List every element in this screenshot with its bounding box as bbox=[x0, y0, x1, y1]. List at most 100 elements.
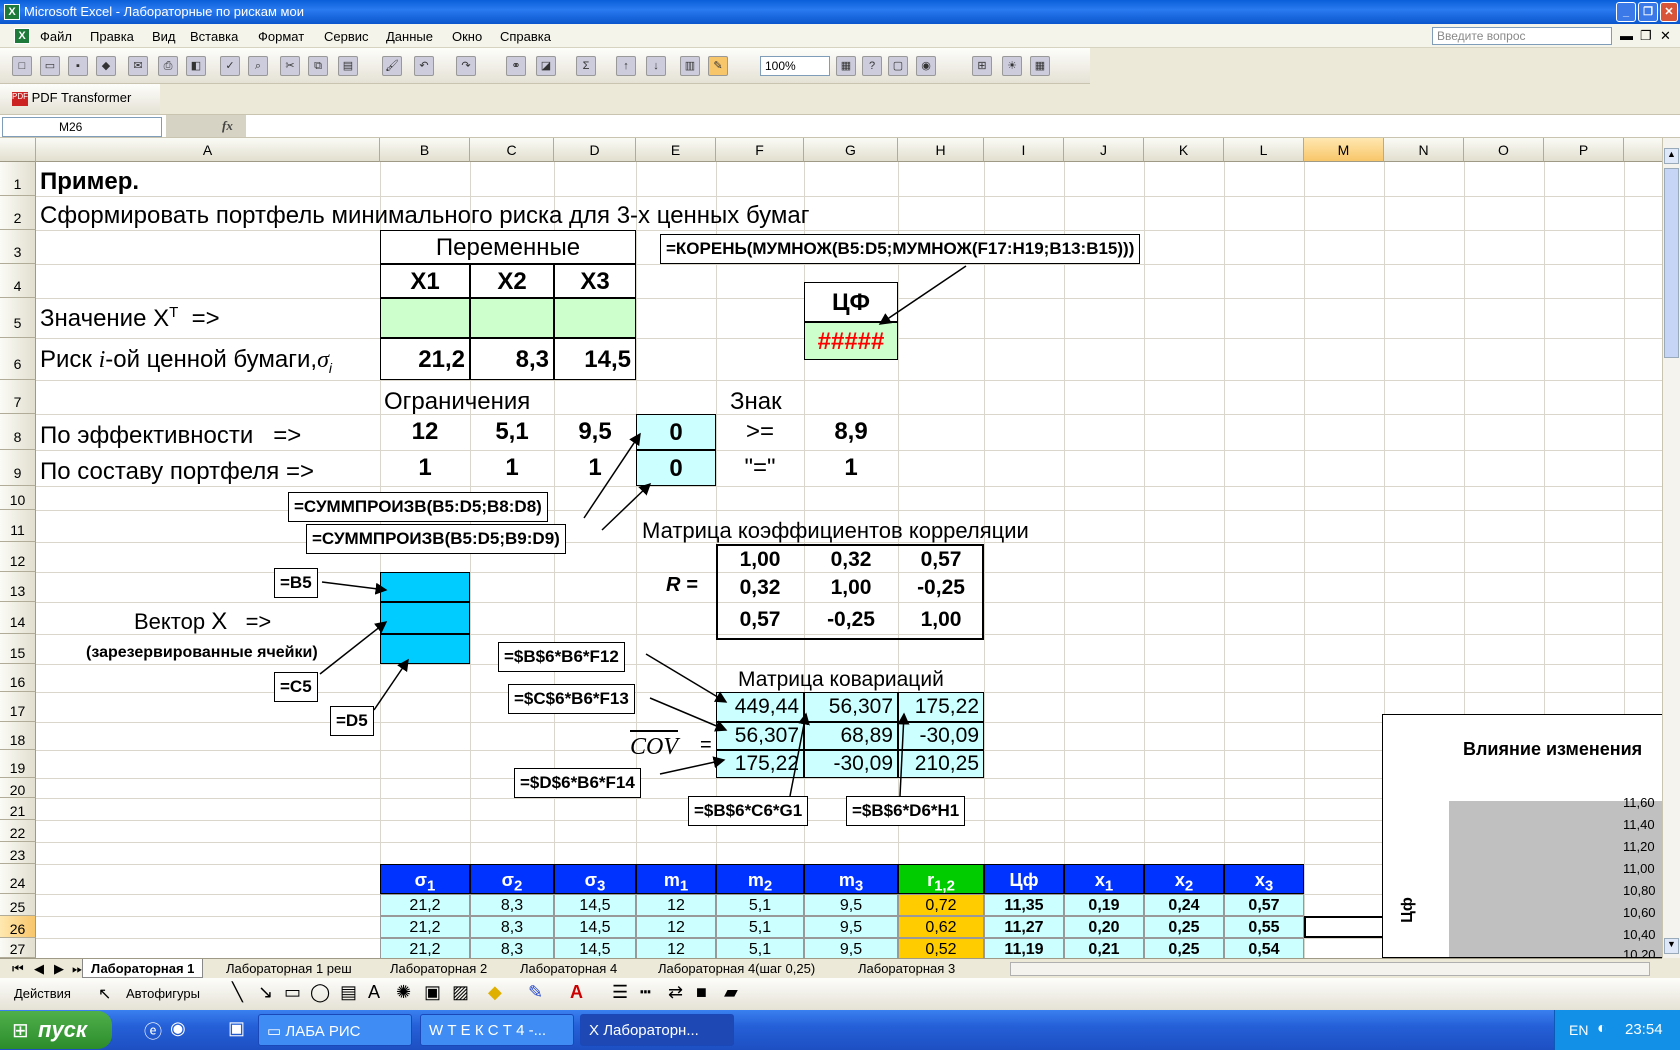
cell-b9[interactable]: 1 bbox=[380, 450, 470, 486]
column-header-d[interactable]: D bbox=[554, 138, 636, 162]
row-header[interactable]: 14 bbox=[0, 602, 36, 634]
cell-d9[interactable]: 1 bbox=[554, 450, 636, 486]
cut-icon[interactable]: ✂ bbox=[280, 56, 300, 76]
column-header-f[interactable]: F bbox=[716, 138, 804, 162]
row-header[interactable]: 11 bbox=[0, 510, 36, 542]
column-header-l[interactable]: L bbox=[1224, 138, 1304, 162]
corr-cell[interactable]: 0,57 bbox=[716, 606, 804, 634]
cell-b6[interactable]: 21,2 bbox=[380, 338, 470, 380]
workbook-icon[interactable]: X bbox=[14, 28, 30, 44]
corr-cell[interactable]: -0,25 bbox=[804, 606, 898, 634]
new-icon[interactable]: □ bbox=[12, 56, 32, 76]
cell-e8[interactable]: 0 bbox=[636, 414, 716, 450]
cell-f17[interactable]: 449,44 bbox=[716, 692, 804, 722]
table-cell[interactable]: 14,5 bbox=[554, 916, 636, 938]
column-header-m[interactable]: M bbox=[1304, 138, 1384, 162]
cell-g17[interactable]: 56,307 bbox=[804, 692, 898, 722]
menu-window[interactable]: Окно bbox=[452, 29, 482, 44]
row-header[interactable]: 10 bbox=[0, 486, 36, 510]
research-icon[interactable]: ⌕ bbox=[248, 56, 268, 76]
column-header-i[interactable]: I bbox=[984, 138, 1064, 162]
table-cell[interactable]: 14,5 bbox=[554, 938, 636, 958]
actions-menu[interactable]: Действия bbox=[14, 986, 71, 1001]
fill-color-draw-icon[interactable]: ◆ bbox=[488, 982, 502, 1003]
taskbar-task-labs[interactable]: X Лабораторн... bbox=[580, 1014, 734, 1046]
paste-icon[interactable]: ▤ bbox=[338, 56, 358, 76]
table-cell[interactable]: 0,24 bbox=[1144, 894, 1224, 916]
ask-question-input[interactable]: Введите вопрос bbox=[1432, 27, 1612, 45]
row-header[interactable]: 2 bbox=[0, 196, 36, 230]
permission-icon[interactable]: ◆ bbox=[96, 56, 116, 76]
table-cell[interactable]: 8,3 bbox=[470, 916, 554, 938]
insert-function-icon[interactable]: fx bbox=[222, 118, 233, 134]
pdf-transformer-button[interactable]: PDF PDF Transformer bbox=[12, 90, 131, 106]
drawing-icon[interactable]: ✎ bbox=[708, 56, 728, 76]
cell-e9[interactable]: 0 bbox=[636, 450, 716, 486]
row-header[interactable]: 19 bbox=[0, 750, 36, 778]
table-cell[interactable]: 8,3 bbox=[470, 894, 554, 916]
row-header[interactable]: 3 bbox=[0, 230, 36, 264]
3d-icon[interactable]: ▰ bbox=[724, 982, 738, 1003]
table-cell[interactable]: 12 bbox=[636, 938, 716, 958]
table-cell[interactable]: 0,72 bbox=[898, 894, 984, 916]
menu-file[interactable]: Файл bbox=[40, 29, 72, 44]
diagram-icon[interactable]: ✺ bbox=[396, 982, 411, 1003]
row-header[interactable]: 21 bbox=[0, 798, 36, 820]
column-header-b[interactable]: B bbox=[380, 138, 470, 162]
clipart-icon[interactable]: ▣ bbox=[424, 982, 441, 1003]
corr-cell[interactable]: -0,25 bbox=[898, 574, 984, 602]
table-cell[interactable]: 0,57 bbox=[1224, 894, 1304, 916]
table-cell[interactable]: 12 bbox=[636, 894, 716, 916]
borders-icon[interactable]: ⊞ bbox=[972, 56, 992, 76]
doc-restore-icon[interactable]: ❐ bbox=[1640, 28, 1652, 44]
menu-view[interactable]: Вид bbox=[152, 29, 176, 44]
column-header-e[interactable]: E bbox=[636, 138, 716, 162]
column-header-o[interactable]: O bbox=[1464, 138, 1544, 162]
column-header-n[interactable]: N bbox=[1384, 138, 1464, 162]
scroll-up-icon[interactable]: ▲ bbox=[1664, 148, 1679, 164]
cell-b8[interactable]: 12 bbox=[380, 414, 470, 450]
format-painter-icon[interactable]: 🖌 bbox=[382, 56, 402, 76]
row-header[interactable]: 27 bbox=[0, 938, 36, 958]
textbox-icon[interactable]: ▤ bbox=[340, 982, 357, 1003]
menu-tools[interactable]: Сервис bbox=[324, 29, 369, 44]
sort-descending-icon[interactable]: ↓ bbox=[646, 56, 666, 76]
embedded-chart[interactable]: Влияние изменения Цф 11,60 11,40 11,20 1… bbox=[1382, 714, 1680, 958]
cell-b5[interactable] bbox=[380, 298, 470, 338]
zoom-select[interactable]: 100% bbox=[760, 56, 830, 76]
column-header-j[interactable]: J bbox=[1064, 138, 1144, 162]
name-box[interactable]: M26 bbox=[2, 117, 162, 137]
corr-cell[interactable]: 1,00 bbox=[804, 574, 898, 602]
row-header[interactable]: 9 bbox=[0, 450, 36, 486]
menu-help[interactable]: Справка bbox=[500, 29, 551, 44]
table-cell[interactable]: 21,2 bbox=[380, 938, 470, 958]
table-cell[interactable]: 5,1 bbox=[716, 916, 804, 938]
row-header[interactable]: 8 bbox=[0, 414, 36, 450]
row-header[interactable]: 26 bbox=[0, 916, 36, 938]
print-icon[interactable]: ⎙ bbox=[158, 56, 178, 76]
cell-f18[interactable]: 56,307 bbox=[716, 722, 804, 750]
open-icon[interactable]: ▭ bbox=[40, 56, 60, 76]
cell-g19[interactable]: -30,09 bbox=[804, 750, 898, 778]
row-header[interactable]: 6 bbox=[0, 338, 36, 380]
font-color-icon[interactable]: A bbox=[570, 982, 583, 1003]
cell-c6[interactable]: 8,3 bbox=[470, 338, 554, 380]
sort-ascending-icon[interactable]: ↑ bbox=[616, 56, 636, 76]
cell-g6-cf[interactable]: ##### bbox=[804, 322, 898, 360]
table-cell[interactable]: 9,5 bbox=[804, 916, 898, 938]
firefox-icon[interactable]: ◉ bbox=[170, 1018, 186, 1039]
cell-h19[interactable]: 210,25 bbox=[898, 750, 984, 778]
email-icon[interactable]: ✉ bbox=[128, 56, 148, 76]
table-cell[interactable]: 14,5 bbox=[554, 894, 636, 916]
row-header[interactable]: 15 bbox=[0, 634, 36, 664]
tab-lab1[interactable]: Лабораторная 1 bbox=[82, 959, 204, 978]
column-header-k[interactable]: K bbox=[1144, 138, 1224, 162]
column-header-c[interactable]: C bbox=[470, 138, 554, 162]
table-icon[interactable]: ▦ bbox=[836, 56, 856, 76]
cell-f19[interactable]: 175,22 bbox=[716, 750, 804, 778]
cell-b15[interactable] bbox=[380, 634, 470, 664]
row-header[interactable]: 20 bbox=[0, 778, 36, 798]
cell-f9-sign[interactable]: "=" bbox=[716, 450, 804, 486]
vertical-scrollbar[interactable]: ▲ ▼ bbox=[1662, 138, 1680, 958]
cell-g18[interactable]: 68,89 bbox=[804, 722, 898, 750]
